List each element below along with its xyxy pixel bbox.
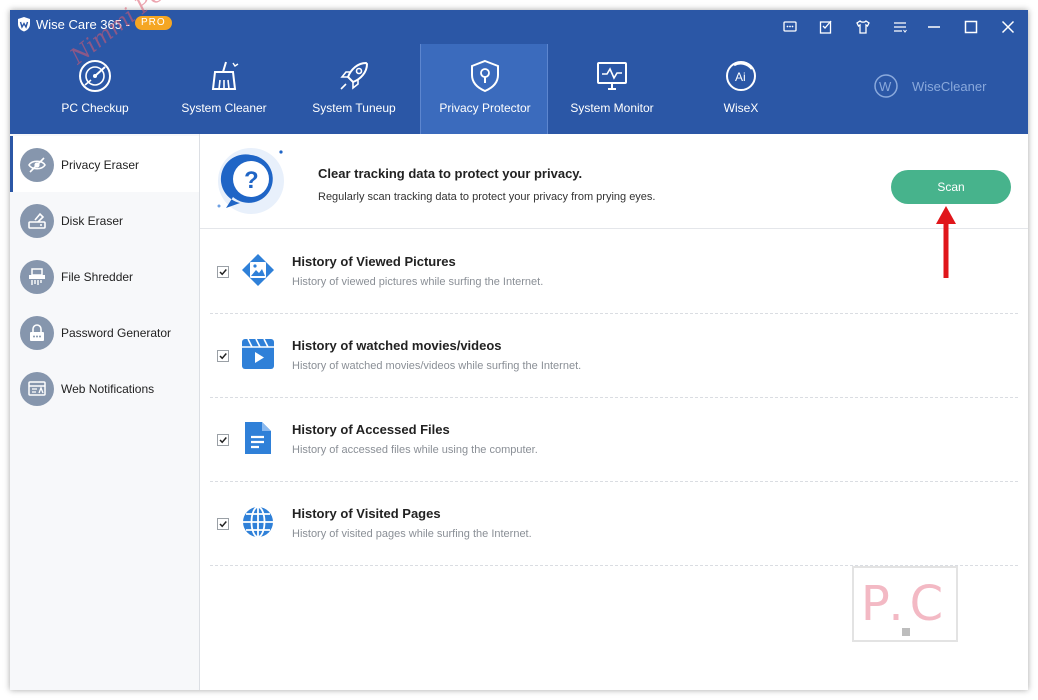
item-checkbox[interactable] (217, 266, 229, 278)
sidebar-item-file-shredder[interactable]: File Shredder (10, 248, 199, 304)
wisecleaner-logo-icon: W (874, 74, 898, 98)
shield-lock-icon (467, 58, 503, 94)
nav-system-cleaner[interactable]: System Cleaner (160, 44, 288, 134)
app-window: Wise Care 365 - PRO PC Checkup System Cl… (10, 0, 1028, 690)
item-checkbox[interactable] (217, 434, 229, 446)
broom-icon (206, 58, 242, 94)
item-title: History of Viewed Pictures (292, 254, 456, 269)
sidebar-item-label: Password Generator (61, 326, 172, 340)
item-checkbox[interactable] (217, 350, 229, 362)
sidebar-item-label: Disk Eraser (61, 214, 124, 228)
list-item: History of Accessed Files History of acc… (210, 398, 1018, 482)
web-notification-icon (20, 372, 54, 406)
nav-label: System Tuneup (312, 101, 396, 115)
nav-system-tuneup[interactable]: System Tuneup (290, 44, 418, 134)
rocket-icon (336, 58, 372, 94)
watermark-pc-logo: P.C (852, 566, 958, 642)
svg-text:W: W (879, 79, 892, 94)
item-title: History of Accessed Files (292, 422, 450, 437)
page-title: Clear tracking data to protect your priv… (318, 166, 583, 181)
sidebar-item-label: Privacy Eraser (61, 158, 140, 172)
sidebar-item-label: File Shredder (61, 270, 134, 284)
scan-button[interactable]: Scan (891, 170, 1011, 204)
sidebar-item-password-generator[interactable]: Password Generator (10, 304, 199, 360)
sidebar-item-disk-eraser[interactable]: Disk Eraser (10, 192, 199, 248)
minimize-icon[interactable] (925, 18, 943, 36)
item-description: History of watched movies/videos while s… (292, 360, 582, 372)
item-description: History of viewed pictures while surfing… (292, 276, 544, 288)
page-subtitle: Regularly scan tracking data to protect … (318, 191, 656, 203)
wisecleaner-label: WiseCleaner (912, 79, 987, 94)
nav-system-monitor[interactable]: System Monitor (548, 44, 676, 134)
nav-label: System Monitor (570, 101, 654, 115)
main-panel: ? Clear tracking data to protect your pr… (200, 134, 1028, 690)
nav-label: PC Checkup (61, 101, 129, 115)
globe-icon (240, 504, 276, 540)
disk-eraser-icon (20, 204, 54, 238)
list-item: History of Visited Pages History of visi… (210, 482, 1018, 566)
skin-icon[interactable] (854, 18, 872, 36)
sidebar-item-privacy-eraser[interactable]: Privacy Eraser (10, 136, 199, 192)
notes-icon[interactable] (817, 18, 835, 36)
nav-label: WiseX (723, 101, 759, 115)
item-title: History of Visited Pages (292, 506, 441, 521)
ai-icon: Ai (723, 58, 759, 94)
list-item: History of Viewed Pictures History of vi… (210, 230, 1018, 314)
maximize-icon[interactable] (962, 18, 980, 36)
list-item: History of watched movies/videos History… (210, 314, 1018, 398)
top-navigation: PC Checkup System Cleaner System Tuneup … (10, 44, 1028, 134)
app-logo-icon (16, 16, 32, 32)
eye-slash-icon (20, 148, 54, 182)
watermark-dot (902, 628, 910, 636)
sidebar-item-web-notifications[interactable]: Web Notifications (10, 360, 199, 416)
nav-privacy-protector[interactable]: Privacy Protector (420, 44, 548, 134)
sidebar: Privacy Eraser Disk Eraser File Shredder… (10, 134, 200, 690)
nav-label: Privacy Protector (439, 101, 531, 115)
svg-text:Ai: Ai (735, 70, 746, 84)
privacy-header: ? Clear tracking data to protect your pr… (200, 134, 1028, 229)
feedback-icon[interactable] (781, 18, 799, 36)
item-title: History of watched movies/videos (292, 338, 502, 353)
question-badge-icon: ? (214, 146, 286, 218)
nav-wisex[interactable]: Ai WiseX (677, 44, 805, 134)
close-icon[interactable] (999, 18, 1017, 36)
item-description: History of visited pages while surfing t… (292, 528, 532, 540)
shredder-icon (20, 260, 54, 294)
menu-icon[interactable] (891, 18, 909, 36)
picture-icon (240, 252, 276, 288)
nav-label: System Cleaner (181, 101, 267, 115)
sidebar-item-label: Web Notifications (61, 382, 155, 396)
monitor-icon (594, 58, 630, 94)
item-description: History of accessed files while using th… (292, 444, 538, 456)
svg-text:?: ? (244, 167, 259, 194)
video-icon (240, 336, 276, 372)
item-checkbox[interactable] (217, 518, 229, 530)
file-icon (240, 420, 276, 456)
password-lock-icon (20, 316, 54, 350)
title-bar[interactable]: Wise Care 365 - PRO (10, 10, 1028, 44)
